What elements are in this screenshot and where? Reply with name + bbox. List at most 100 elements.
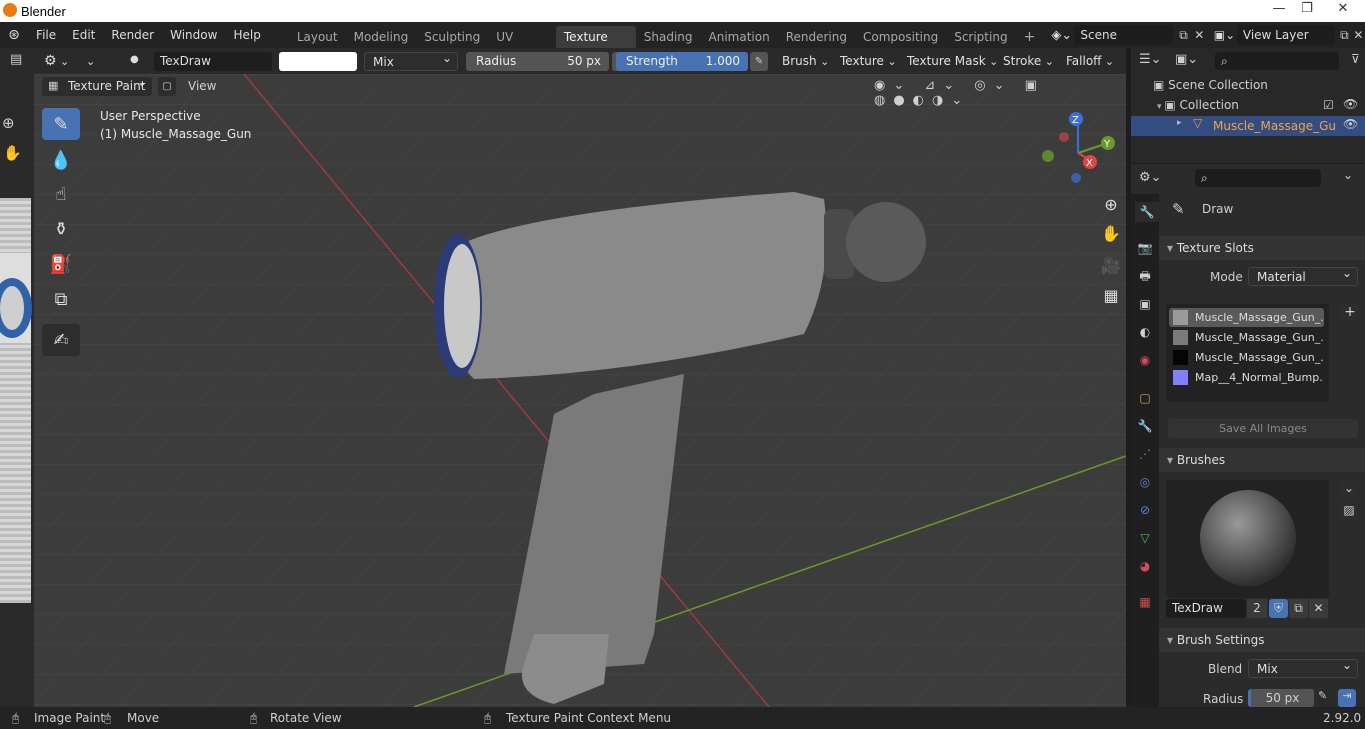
tool-settings-icon[interactable]: ⚙ [44,52,69,71]
world-tab-icon[interactable]: ◉ [1135,350,1155,370]
new-view-layer-icon[interactable]: ⧉ [1335,28,1353,43]
smear-tool-button[interactable]: ☝ [42,178,80,210]
remove-scene-icon[interactable]: ✕ [1194,28,1206,42]
scene-icon[interactable]: ◈⌄ [1051,28,1074,43]
tab-shading[interactable]: Shading [636,26,701,48]
view-layer-tab-icon[interactable]: ▣ [1135,294,1155,314]
scene-field[interactable]: Scene [1074,25,1173,45]
view-layer-icon[interactable]: ▣⌄ [1214,28,1237,42]
brush-list-expand-icon[interactable]: ⌄ [1340,481,1358,499]
brush-name-field[interactable]: TexDraw [1166,599,1246,618]
texture-menu[interactable]: Texture [840,52,897,71]
constraints-tab-icon[interactable]: ⊘ [1135,500,1155,520]
brush-color-swatch[interactable] [279,52,357,71]
stroke-menu[interactable]: Stroke [1003,52,1054,71]
mode-dropdown[interactable]: Texture Paint [42,74,152,96]
properties-options-icon[interactable]: ⌄ [1343,168,1353,182]
falloff-menu[interactable]: Falloff [1066,52,1114,71]
texture-mode-dropdown[interactable]: Material [1248,264,1358,286]
tab-scripting[interactable]: Scripting [946,26,1015,48]
clone-tool-button[interactable]: ⚱ [42,213,80,245]
save-all-images-button[interactable]: Save All Images [1168,419,1358,438]
perspective-grid-icon[interactable]: ▦ [1097,282,1125,310]
duplicate-brush-icon[interactable]: ⧉ [1289,599,1308,618]
radius-settings-field[interactable]: 50 px [1248,689,1314,707]
outliner-search-input[interactable]: ⌕ [1215,52,1339,70]
collection-row[interactable]: ▾ ▣ Collection [1157,98,1239,116]
unlink-brush-icon[interactable]: ✕ [1309,599,1328,618]
menu-help[interactable]: Help [225,22,268,48]
strength-pressure-icon[interactable]: ✎ [750,52,768,71]
radius-slider[interactable]: Radius 50 px [466,52,609,71]
brush-blend-dropdown[interactable]: Mix [1248,656,1358,678]
data-tab-icon[interactable]: ▽ [1135,528,1155,548]
overlay-toggle-icon[interactable]: ▢ [158,77,176,96]
fill-tool-button[interactable]: ⛽ [42,248,80,280]
3d-viewport[interactable]: Texture Paint ▦ ▢ View ◉⌄ ⊿⌄ ◎⌄ ▣ ◍●◐◑⌄ … [34,74,1126,707]
tab-compositing[interactable]: Compositing [855,26,946,48]
texture-slots-header[interactable]: Texture Slots [1159,236,1365,260]
mask-tool-button[interactable]: ⧉ [42,283,80,315]
add-texture-slot-button[interactable]: + [1341,303,1359,321]
material-tab-icon[interactable]: ◕ [1135,556,1155,576]
tab-rendering[interactable]: Rendering [778,26,855,48]
fake-user-icon[interactable]: ⛨ [1269,599,1288,618]
strength-slider[interactable]: Strength 1.000 [616,52,748,71]
object-tab-icon[interactable]: ▢ [1135,388,1155,408]
properties-search-input[interactable]: ⌕ [1195,169,1321,187]
tab-animation[interactable]: Animation [701,26,778,48]
brush-settings-header[interactable]: Brush Settings [1159,628,1365,652]
tab-modeling[interactable]: Modeling [346,26,417,48]
brush-menu[interactable]: Brush [782,52,829,71]
outliner-display-icon[interactable]: ▣⌄ [1175,52,1198,67]
brush-users-count[interactable]: 2 [1247,599,1267,618]
soften-tool-button[interactable]: 💧 [42,144,80,176]
texture-slot-3[interactable]: Muscle_Massage_Gun_... [1169,348,1324,367]
radius-unit-toggle-icon[interactable]: ⇥ [1338,689,1356,707]
menu-file[interactable]: File [28,22,64,48]
zoom-icon[interactable]: ⊕ [1097,191,1125,219]
menu-edit[interactable]: Edit [64,22,103,48]
radius-pressure-toggle-icon[interactable]: ✎ [1318,689,1327,702]
texture-slot-1[interactable]: Muscle_Massage_Gun_... [1169,308,1324,327]
texture-tab-icon[interactable]: ▦ [1135,592,1155,612]
texture-slot-2[interactable]: Muscle_Massage_Gun_... [1169,328,1324,347]
zoom-icon[interactable]: ⊕ [2,114,15,132]
close-button[interactable]: ✕ [1326,0,1360,20]
blend-dropdown[interactable]: Mix [364,49,458,71]
particles-tab-icon[interactable]: ⋰ [1135,444,1155,464]
camera-icon[interactable]: 🎥 [1097,252,1125,280]
object-row[interactable]: ▸ ▽ Muscle_Massage_Gu 👁 [1131,116,1365,136]
menu-window[interactable]: Window [162,22,225,48]
brushes-header[interactable]: Brushes [1159,448,1365,472]
new-scene-icon[interactable]: ⧉ [1173,28,1194,43]
blender-menu-icon[interactable]: ⊛ [0,27,28,43]
pan-hand-icon[interactable]: ✋ [1097,220,1125,248]
tab-layout[interactable]: Layout [289,26,346,48]
brush-icon[interactable] [86,52,95,71]
modifier-tab-icon[interactable]: 🔧 [1135,416,1155,436]
tab-sculpting[interactable]: Sculpting [416,26,488,48]
editor-type-icon[interactable]: ▤ [10,52,22,67]
texture-slot-4[interactable]: Map__4_Normal_Bump.... [1169,368,1324,387]
brush-preview[interactable] [1166,480,1329,598]
brush-image-icon[interactable]: ▨ [1340,503,1358,521]
object-visibility-icon[interactable]: 👁 [1343,117,1358,131]
render-tab-icon[interactable]: 📷 [1135,238,1155,258]
brush-name-field[interactable]: TexDraw [154,52,272,71]
collection-checkbox[interactable]: ☑ [1323,98,1334,112]
output-tab-icon[interactable]: 🖶 [1135,266,1155,286]
annotate-tool-button[interactable]: ✍ [42,324,80,356]
outliner-editor-icon[interactable]: ☰⌄ [1139,52,1162,67]
view-layer-field[interactable]: View Layer [1236,25,1336,45]
menu-render[interactable]: Render [103,22,162,48]
brush-preview-icon[interactable]: ● [130,54,139,65]
tab-texture-paint[interactable]: Texture Paint [555,26,636,66]
add-workspace-button[interactable]: + [1016,26,1044,48]
physics-tab-icon[interactable]: ◎ [1135,472,1155,492]
maximize-button[interactable]: ❐ [1290,0,1324,20]
scene-collection-row[interactable]: ▣ Scene Collection [1153,78,1268,96]
properties-editor-icon[interactable]: ⚙⌄ [1139,170,1162,185]
view-menu[interactable]: View [188,79,216,93]
shading-options-icons[interactable]: ◉⌄ ⊿⌄ ◎⌄ ▣ ◍●◐◑⌄ [874,78,1126,108]
